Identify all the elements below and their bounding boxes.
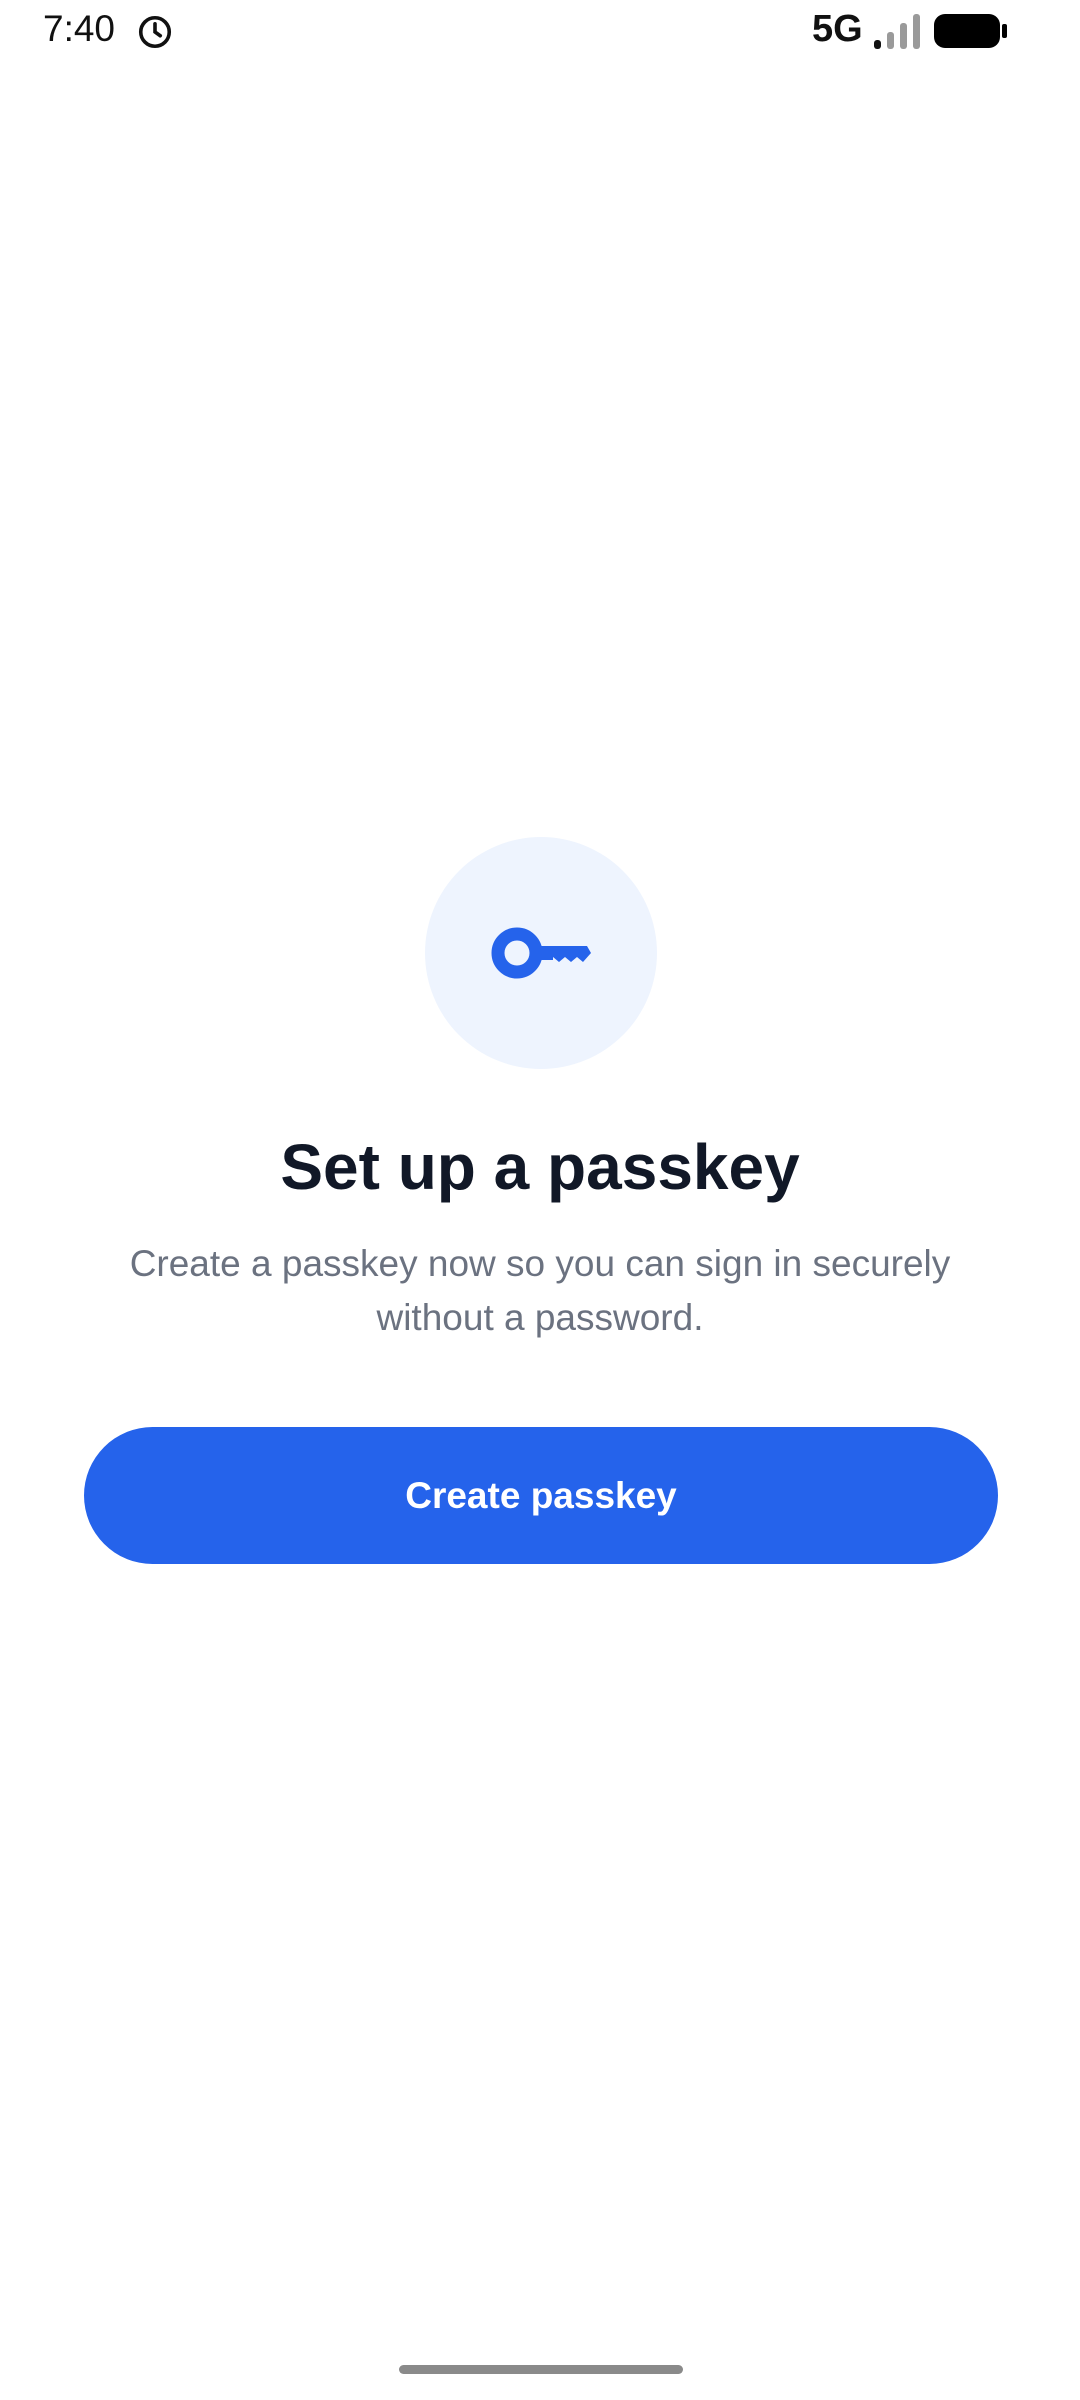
home-indicator[interactable]: [399, 2365, 683, 2374]
status-time: 7:40: [43, 8, 116, 49]
page-title: Set up a passkey: [280, 1131, 800, 1203]
battery-icon: [934, 14, 1007, 48]
alarm-icon: [138, 15, 172, 49]
create-passkey-button[interactable]: Create passkey: [84, 1427, 998, 1564]
page-subtitle: Create a passkey now so you can sign in …: [129, 1243, 951, 1338]
passkey-setup-screen: 7:40 5G Set up a passkey Create a passke…: [0, 0, 1080, 2400]
signal-icon: [874, 14, 920, 49]
key-icon: [491, 927, 591, 979]
status-bar: 7:40 5G: [0, 0, 1080, 64]
network-type: 5G: [812, 8, 863, 50]
